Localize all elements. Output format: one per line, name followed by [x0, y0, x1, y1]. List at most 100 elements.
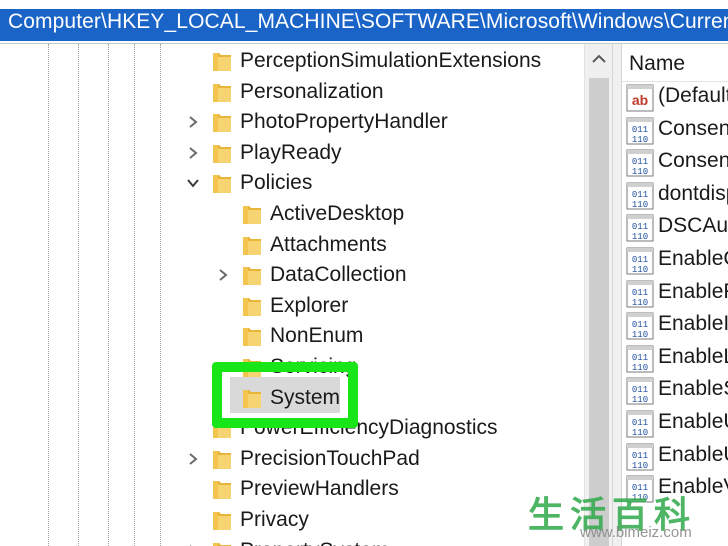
svg-text:110: 110 [632, 135, 648, 145]
chevron-right-icon[interactable] [184, 113, 202, 131]
value-row[interactable]: 011110EnableUwpStartupTasks [622, 441, 728, 473]
tree-item-previewhandlers[interactable]: PreviewHandlers [0, 474, 584, 504]
string-value-icon: ab [626, 84, 654, 112]
folder-icon [242, 264, 262, 286]
tree-item-label: PrecisionTouchPad [240, 446, 420, 470]
svg-text:110: 110 [632, 395, 648, 405]
value-name: EnableInstallerDetection [658, 312, 728, 336]
tree-item-label: Policies [240, 171, 313, 195]
tree-item-label: PreviewHandlers [240, 477, 399, 501]
svg-text:110: 110 [632, 363, 648, 373]
column-header-label: Name [629, 52, 686, 75]
tree-item-label: PropertySystem [240, 538, 389, 546]
folder-icon [212, 448, 232, 470]
svg-text:011: 011 [632, 451, 648, 461]
tree-scrollbar[interactable] [584, 44, 612, 546]
tree-item-policies[interactable]: Policies [0, 168, 584, 198]
tree-item-label: PhotoPropertyHandler [240, 110, 448, 134]
column-header-name[interactable]: Name [622, 44, 728, 82]
scrollbar-thumb[interactable] [589, 78, 609, 546]
svg-text:110: 110 [632, 428, 648, 438]
value-name: EnableLUA [658, 344, 728, 368]
highlight-box [212, 362, 358, 428]
folder-icon [212, 81, 232, 103]
value-name: EnableUIADesktopToggle [658, 410, 728, 433]
svg-text:011: 011 [632, 483, 648, 493]
chevron-right-icon[interactable] [184, 542, 202, 546]
value-row[interactable]: ab (Default) [622, 82, 728, 114]
binary-value-icon: 011 110 [626, 377, 654, 405]
chevron-right-icon[interactable] [184, 144, 202, 162]
svg-text:011: 011 [632, 418, 648, 428]
svg-text:110: 110 [632, 200, 648, 210]
value-name: ConsentPromptBehaviorAdmin [658, 116, 728, 140]
tree-item-explorer[interactable]: Explorer [0, 291, 584, 321]
value-name: EnableSecureUIAPaths [658, 377, 728, 401]
folder-icon [242, 325, 262, 347]
value-row[interactable]: 011110DSCAutomationHostEnabled [622, 212, 728, 244]
tree-item-nonenum[interactable]: NonEnum [0, 321, 584, 351]
tree-item-label: ActiveDesktop [270, 202, 405, 225]
address-path[interactable]: Computer\HKEY_LOCAL_MACHINE\SOFTWARE\Mic… [8, 10, 728, 34]
chevron-right-icon[interactable] [214, 266, 232, 284]
value-name: (Default) [658, 84, 728, 107]
svg-text:110: 110 [632, 232, 648, 242]
tree-item-privacy[interactable]: Privacy [0, 505, 584, 535]
tree-item-perceptionsimulationextensions[interactable]: PerceptionSimulationExtensions [0, 46, 584, 76]
value-name: EnableVirtualization [658, 475, 728, 499]
value-row[interactable]: 011110 EnableUIADesktopToggle [622, 408, 728, 440]
scroll-up-arrow-icon[interactable] [591, 52, 607, 66]
value-row[interactable]: 011110ConsentPromptBehaviorAdmin [622, 115, 728, 147]
value-name: EnableFullTrustStartupTasks [658, 279, 728, 303]
pane-splitter[interactable] [612, 44, 622, 546]
binary-value-icon: 011 110 [626, 182, 654, 210]
svg-text:011: 011 [632, 157, 648, 167]
values-list-pane[interactable]: Name ab(Default)011110ConsentPromptBehav… [622, 44, 728, 546]
tree-item-attachments[interactable]: Attachments [0, 230, 584, 260]
value-row[interactable]: 011110EnableCursorSuppression [622, 245, 728, 277]
value-name: EnableCursorSuppression [658, 247, 728, 270]
tree-item-playready[interactable]: PlayReady [0, 138, 584, 168]
registry-tree-pane[interactable]: PerceptionSimulationExtensions Personaliz… [0, 44, 612, 546]
tree-item-label: Personalization [240, 79, 384, 103]
value-row[interactable]: 011110EnableInstallerDetection [622, 310, 728, 342]
svg-text:011: 011 [632, 255, 648, 265]
tree-item-label: PerceptionSimulationExtensions [240, 49, 542, 72]
binary-value-icon: 011 110 [626, 345, 654, 373]
tree-item-propertysystem[interactable]: PropertySystem [0, 536, 584, 546]
value-row[interactable]: 011110EnableSecureUIAPaths [622, 375, 728, 407]
tree-item-label: Explorer [270, 293, 349, 317]
value-name: dontdisplaylastusername [658, 181, 728, 205]
svg-text:110: 110 [632, 167, 648, 177]
value-row[interactable]: 011110EnableFullTrustStartupTasks [622, 278, 728, 310]
svg-text:011: 011 [632, 125, 648, 135]
chevron-right-icon[interactable] [184, 450, 202, 468]
binary-value-icon: 011 110 [626, 475, 654, 503]
svg-text:110: 110 [632, 265, 648, 275]
value-row[interactable]: 011110ConsentPromptBehaviorUser [622, 147, 728, 179]
binary-value-icon: 011 110 [626, 443, 654, 471]
chevron-down-icon[interactable] [184, 174, 202, 192]
svg-text:011: 011 [632, 320, 648, 330]
tree-item-personalization[interactable]: Personalization [0, 77, 584, 107]
binary-value-icon: 011 110 [626, 214, 654, 242]
folder-icon [212, 172, 232, 194]
value-row[interactable]: 011110dontdisplaylastusername [622, 180, 728, 212]
binary-value-icon: 011 110 [626, 117, 654, 145]
tree-item-photopropertyhandler[interactable]: PhotoPropertyHandler [0, 107, 584, 137]
svg-text:011: 011 [632, 222, 648, 232]
value-name: ConsentPromptBehaviorUser [658, 149, 728, 173]
binary-value-icon: 011 110 [626, 149, 654, 177]
tree-item-label: DataCollection [270, 263, 407, 287]
folder-icon [212, 478, 232, 500]
tree-item-datacollection[interactable]: DataCollection [0, 260, 584, 290]
address-bar[interactable]: Computer\HKEY_LOCAL_MACHINE\SOFTWARE\Mic… [0, 0, 728, 44]
value-row[interactable]: 011110EnableLUA [622, 343, 728, 375]
binary-value-icon: 011 110 [626, 247, 654, 275]
tree-item-activedesktop[interactable]: ActiveDesktop [0, 199, 584, 229]
tree-item-precisiontouchpad[interactable]: PrecisionTouchPad [0, 444, 584, 474]
value-row[interactable]: 011110EnableVirtualization [622, 473, 728, 505]
folder-icon [212, 50, 232, 72]
svg-text:011: 011 [632, 353, 648, 363]
value-name: EnableUwpStartupTasks [658, 442, 728, 466]
